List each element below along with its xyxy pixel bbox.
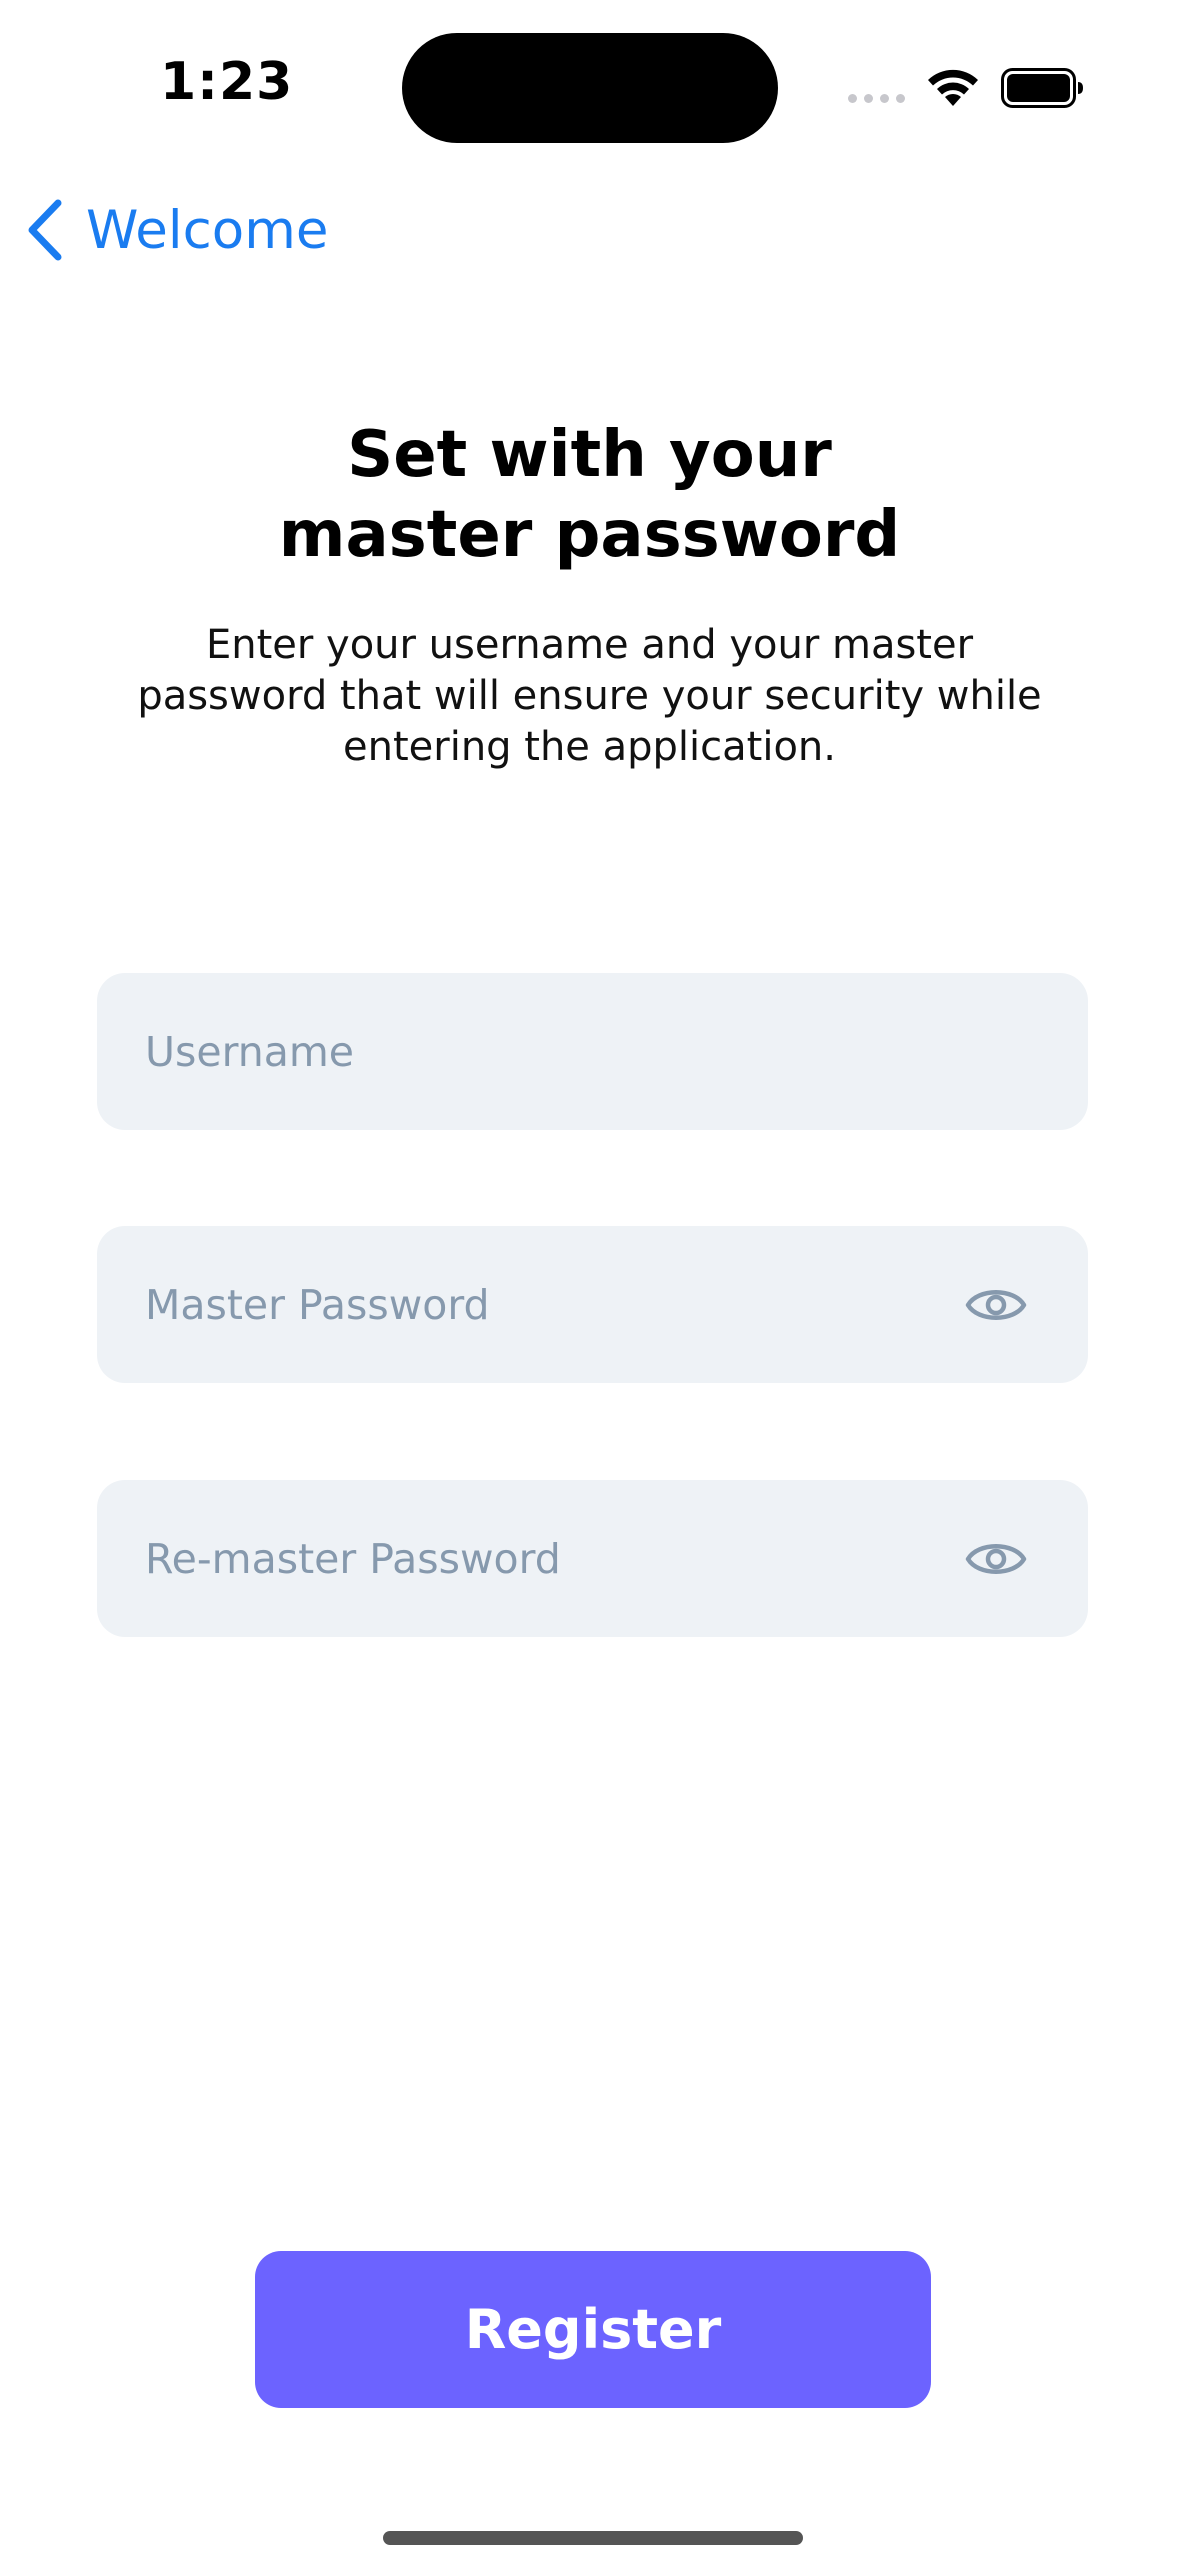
wifi-icon xyxy=(928,69,978,106)
battery-icon xyxy=(1001,68,1083,108)
signal-dots-icon xyxy=(848,94,905,103)
register-button[interactable]: Register xyxy=(255,2251,931,2408)
dynamic-island xyxy=(402,33,778,143)
home-indicator[interactable] xyxy=(383,2531,803,2545)
back-label: Welcome xyxy=(86,199,329,261)
back-button[interactable]: Welcome xyxy=(26,190,328,270)
chevron-left-icon xyxy=(28,199,62,261)
re-master-password-field xyxy=(97,1480,1088,1637)
username-field xyxy=(97,973,1088,1130)
re-master-password-input[interactable] xyxy=(145,1534,964,1583)
master-password-input[interactable] xyxy=(145,1280,964,1329)
username-input[interactable] xyxy=(145,1027,1028,1076)
page-title: Set with your master password xyxy=(278,418,901,572)
eye-icon[interactable] xyxy=(964,1280,1028,1330)
status-time: 1:23 xyxy=(160,52,294,112)
page-subtitle: Enter your username and your master pass… xyxy=(137,622,1042,770)
master-password-field xyxy=(97,1226,1088,1383)
eye-icon[interactable] xyxy=(964,1534,1028,1584)
